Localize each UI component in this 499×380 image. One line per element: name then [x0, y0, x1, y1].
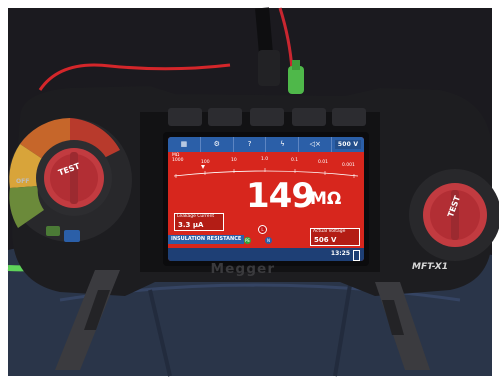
test-mode-tab[interactable]: ϟ	[266, 137, 300, 152]
dial-off-label: OFF	[16, 178, 30, 185]
green-connector	[288, 66, 304, 94]
resistance-unit: MΩ	[310, 189, 342, 209]
grid-icon: ▦	[180, 140, 188, 148]
scale-pointer	[201, 165, 205, 169]
test-mode-label: INSULATION RESISTANCE	[168, 235, 245, 244]
leakage-current-box: Leakage Current 3.3 μA	[174, 213, 224, 231]
display-status-bar: 13:25	[168, 248, 364, 261]
lightning-icon: ϟ	[280, 140, 285, 148]
resistance-reading: 149	[246, 176, 315, 216]
earth-terminal-indicator: PE	[244, 237, 251, 244]
actual-voltage-box: Actual Voltage 506 V	[310, 228, 360, 246]
leakage-current-value: 3.3 μA	[178, 221, 204, 229]
settings-icon: ⚙	[213, 140, 220, 148]
help-icon: ?	[247, 140, 252, 148]
earth-terminal-label: PE	[245, 238, 250, 243]
line-terminal-label: L	[261, 227, 264, 232]
neutral-terminal-label: N	[267, 238, 270, 243]
neutral-terminal-indicator: N	[265, 237, 272, 244]
range-label: 500 V	[334, 140, 362, 149]
scale-label: 0.001	[342, 163, 355, 168]
scale-label: 10	[231, 158, 237, 163]
menu-tab[interactable]: ▦	[168, 137, 201, 152]
help-tab[interactable]: ?	[234, 137, 267, 152]
model-label: MFT-X1	[412, 262, 448, 272]
photo-scene: TEST TEST OFF ▦ ⚙ ? ϟ ◁× 500 V MΩ 1000 1…	[0, 0, 499, 380]
range-tab[interactable]: 500 V	[332, 137, 364, 152]
scale-label: 100	[201, 160, 210, 165]
battery-key-icon	[64, 230, 80, 242]
scale-label: 0.1	[291, 158, 299, 163]
sound-tab[interactable]: ◁×	[299, 137, 333, 152]
battery-icon	[353, 250, 360, 261]
soft-keys	[168, 108, 366, 126]
scale-label: 1.0	[261, 157, 269, 162]
mute-icon: ◁×	[309, 140, 321, 148]
actual-voltage-value: 506 V	[314, 236, 337, 244]
scale-label: 0.01	[318, 160, 329, 165]
line-terminal-indicator: L	[258, 225, 267, 234]
display-top-bar: ▦ ⚙ ? ϟ ◁× 500 V	[168, 137, 364, 152]
clock: 13:25	[330, 250, 350, 257]
settings-tab[interactable]: ⚙	[201, 137, 234, 152]
brand-logo: Megger	[210, 262, 276, 277]
scale-label: 1000	[172, 158, 184, 163]
instrument-display: ▦ ⚙ ? ϟ ◁× 500 V MΩ 1000 100 10 1.0 0.1	[168, 137, 364, 261]
